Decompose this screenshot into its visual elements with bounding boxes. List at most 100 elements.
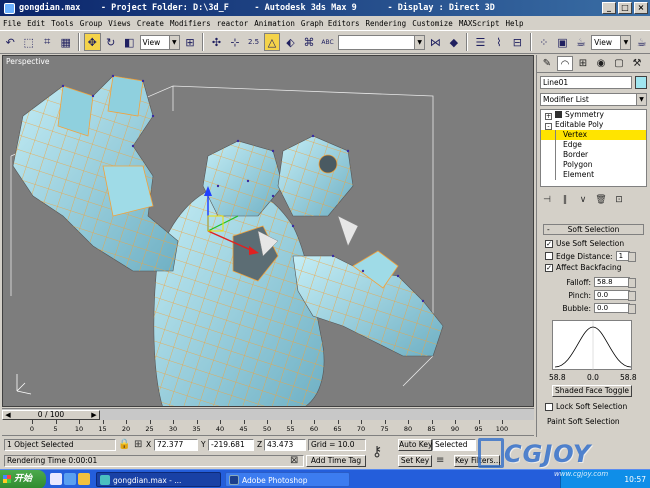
next-frame-icon[interactable]: ▶ <box>88 410 100 420</box>
stack-item-symmetry[interactable]: + Symmetry <box>541 110 646 120</box>
scale-icon[interactable]: ◧ <box>121 33 138 51</box>
perspective-viewport[interactable]: Perspective <box>2 55 534 407</box>
hierarchy-tab-icon[interactable]: ⊞ <box>575 56 591 71</box>
affect-backfacing-row[interactable]: ✓ Affect Backfacing <box>545 263 622 272</box>
named-selection-icon[interactable]: ABC <box>319 33 336 51</box>
use-soft-selection-checkbox[interactable]: ✓ <box>545 239 553 248</box>
menu-animation[interactable]: Animation <box>254 19 295 28</box>
absolute-mode-icon[interactable]: ⊞ <box>134 439 142 451</box>
time-slider-track[interactable]: 0 / 100 ◀ ▶ <box>2 408 534 420</box>
previous-frame-icon[interactable]: ◀ <box>2 410 14 420</box>
pivot-icon[interactable]: ⊞ <box>182 33 199 51</box>
z-coordinate-field[interactable]: 43.473 <box>264 439 306 451</box>
pin-stack-icon[interactable]: ⊣ <box>540 194 554 207</box>
x-coordinate-field[interactable]: 72.377 <box>154 439 198 451</box>
time-tag-icon[interactable]: ⊠ <box>290 455 298 467</box>
menu-edit[interactable]: Edit <box>27 19 45 28</box>
lock-soft-selection-checkbox[interactable] <box>545 402 553 411</box>
time-slider[interactable]: 0 / 100 <box>2 410 100 420</box>
lock-selection-icon[interactable]: 🔒 <box>118 439 130 451</box>
menu-modifiers[interactable]: Modifiers <box>170 19 211 28</box>
key-mode-icon[interactable]: ≡ <box>436 455 444 467</box>
configure-modifier-sets-icon[interactable]: ⊡ <box>612 194 626 207</box>
add-time-tag-button[interactable]: Add Time Tag <box>306 455 366 467</box>
select-manipulate-icon[interactable]: ✣ <box>208 33 225 51</box>
menu-file[interactable]: File <box>3 19 21 28</box>
render-scene-icon[interactable]: ▣ <box>554 33 571 51</box>
falloff-spinner[interactable]: 58.8 <box>594 277 636 288</box>
reference-coordinate-select[interactable]: View ▼ <box>139 34 180 50</box>
quick-launch-browser-icon[interactable] <box>64 473 76 485</box>
remove-modifier-icon[interactable]: 🗑 <box>594 194 608 207</box>
edit-named-selection-icon[interactable]: ⌘ <box>301 33 318 51</box>
set-key-icon[interactable]: ⚷ <box>372 445 382 459</box>
render-type-select[interactable]: View ▼ <box>591 34 632 50</box>
utilities-tab-icon[interactable]: ⚒ <box>629 56 645 71</box>
menu-reactor[interactable]: reactor <box>217 19 249 28</box>
auto-key-button[interactable]: Auto Key <box>398 439 432 451</box>
stack-item-edge[interactable]: Edge <box>541 140 646 150</box>
move-icon[interactable]: ✥ <box>84 33 101 51</box>
bubble-spinner[interactable]: 0.0 <box>594 303 636 314</box>
undo-icon[interactable]: ↶ <box>2 33 19 51</box>
set-key-button[interactable]: Set Key <box>398 455 432 467</box>
shaded-face-toggle-button[interactable]: Shaded Face Toggle <box>552 385 632 397</box>
layer-manager-icon[interactable]: ☰ <box>472 33 489 51</box>
start-button[interactable]: 开始 <box>0 470 46 488</box>
collapse-icon[interactable]: - <box>545 123 552 130</box>
create-tab-icon[interactable]: ✎ <box>539 56 555 71</box>
viewport-label[interactable]: Perspective <box>6 57 49 66</box>
menu-maxscript[interactable]: MAXScript <box>459 19 500 28</box>
affect-backfacing-checkbox[interactable]: ✓ <box>545 263 553 272</box>
menu-customize[interactable]: Customize <box>412 19 453 28</box>
menu-tools[interactable]: Tools <box>51 19 74 28</box>
key-mode-select[interactable]: Selected <box>432 439 476 451</box>
quick-render-icon[interactable]: ☕ <box>573 33 590 51</box>
stack-item-polygon[interactable]: Polygon <box>541 160 646 170</box>
stack-item-vertex[interactable]: Vertex <box>541 130 646 140</box>
menu-graph-editors[interactable]: Graph Editors <box>301 19 360 28</box>
close-button[interactable]: × <box>634 2 648 14</box>
display-tab-icon[interactable]: ▢ <box>611 56 627 71</box>
app-icon[interactable] <box>4 2 15 14</box>
schematic-view-icon[interactable]: ⊟ <box>509 33 526 51</box>
stack-item-border[interactable]: Border <box>541 150 646 160</box>
modifier-list-dropdown[interactable]: Modifier List ▼ <box>540 93 647 106</box>
lock-soft-selection-row[interactable]: Lock Soft Selection <box>545 402 627 411</box>
menu-views[interactable]: Views <box>108 19 131 28</box>
object-name-field[interactable]: Line01 <box>540 76 632 89</box>
task-photoshop[interactable]: Adobe Photoshop <box>225 472 350 487</box>
curve-editor-icon[interactable]: ⌇ <box>491 33 508 51</box>
bulb-icon[interactable] <box>555 111 562 118</box>
edge-distance-row[interactable]: Edge Distance: 1 <box>545 251 636 262</box>
task-3dsmax[interactable]: gongdian.max - ... <box>96 472 221 487</box>
select-icon[interactable]: ⌗ <box>39 33 56 51</box>
select-name-icon[interactable]: ▦ <box>58 33 75 51</box>
quick-launch-desktop-icon[interactable] <box>50 473 62 485</box>
angle-snap-icon[interactable]: 2.5 <box>245 33 262 51</box>
quick-launch-folder-icon[interactable] <box>78 473 90 485</box>
motion-tab-icon[interactable]: ◉ <box>593 56 609 71</box>
render-last-icon[interactable]: ☕ <box>633 33 650 51</box>
spinner-snap-icon[interactable]: ⬖ <box>282 33 299 51</box>
track-bar[interactable]: 0 5 10 15 20 25 30 35 40 45 50 55 60 65 70 75 80 85 90 95 10… <box>2 420 534 436</box>
y-coordinate-field[interactable]: -219.681 <box>208 439 254 451</box>
make-unique-icon[interactable]: ∨ <box>576 194 590 207</box>
object-color-swatch[interactable] <box>635 76 647 89</box>
material-editor-icon[interactable]: ⁘ <box>536 33 553 51</box>
maximize-button[interactable]: □ <box>618 2 632 14</box>
select-region-icon[interactable]: ⬚ <box>21 33 38 51</box>
menu-help[interactable]: Help <box>505 19 523 28</box>
stack-item-editable-poly[interactable]: - Editable Poly <box>541 120 646 130</box>
minimize-button[interactable]: _ <box>602 2 616 14</box>
menu-rendering[interactable]: Rendering <box>366 19 407 28</box>
modify-tab-icon[interactable]: ◠ <box>557 56 573 71</box>
rotate-icon[interactable]: ↻ <box>103 33 120 51</box>
snap-toggle-icon[interactable]: ⊹ <box>227 33 244 51</box>
expand-icon[interactable]: + <box>545 113 552 120</box>
pinch-spinner[interactable]: 0.0 <box>594 290 636 301</box>
align-icon[interactable]: ◆ <box>446 33 463 51</box>
soft-selection-rollout-header[interactable]: - Soft Selection <box>543 224 644 235</box>
show-end-result-icon[interactable]: ‖ <box>558 194 572 207</box>
edge-distance-spinner[interactable]: 1 <box>615 251 636 262</box>
